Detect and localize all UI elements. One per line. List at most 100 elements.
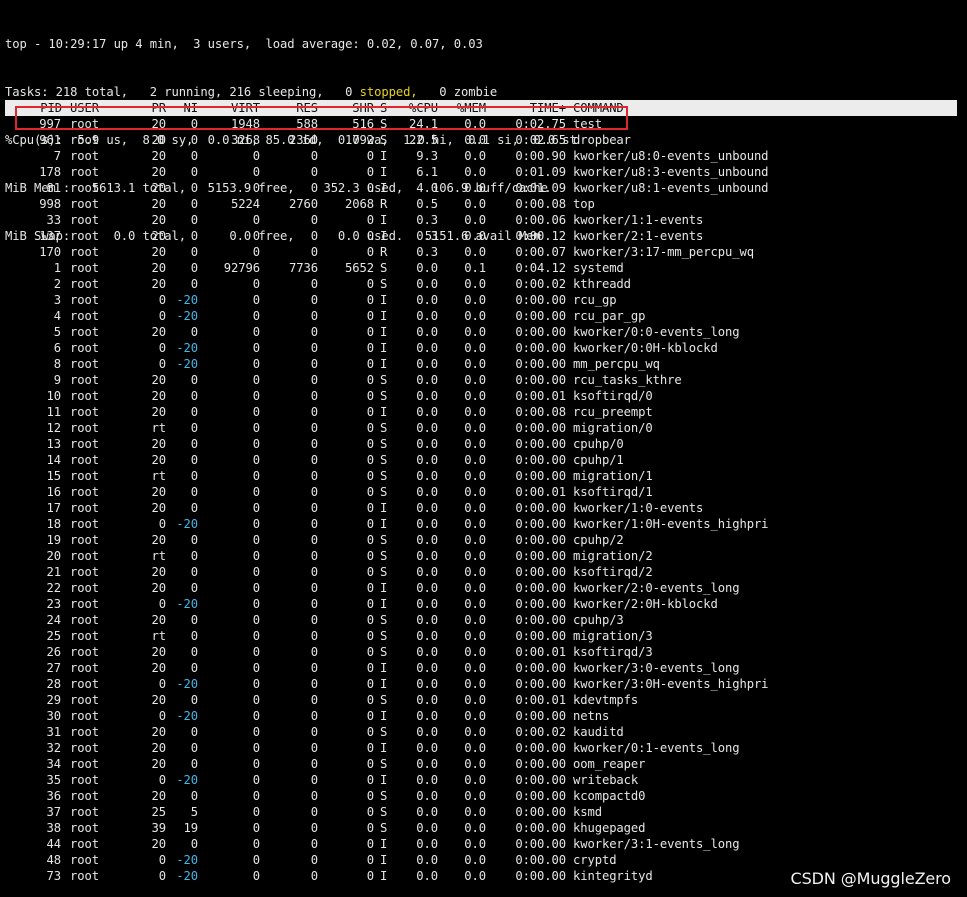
terminal-window[interactable]: top - 10:29:17 up 4 min, 3 users, load a… <box>0 0 967 897</box>
cell-priority: 20 <box>151 645 167 659</box>
process-row[interactable]: 16 root 20 0 0 0 0 S 0.0 0.0 0:00.01 ksoftirqd/1 <box>0 484 967 500</box>
cell-res: 0 <box>310 629 318 643</box>
cell-virt: 0 <box>252 741 260 755</box>
process-row[interactable]: 81 root 20 0 0 0 0 I 4.0 0.0 0:01.09 kworker/u8:1-e… <box>0 180 967 196</box>
process-row[interactable]: 38 root 39 19 0 0 0 S 0.0 0.0 0:00.00 khugepaged <box>0 820 967 836</box>
process-row[interactable]: 19 root 20 0 0 0 0 S 0.0 0.0 0:00.00 cpuhp/2 <box>0 532 967 548</box>
process-row[interactable]: 2 root 20 0 0 0 0 S 0.0 0.0 0:00.02 kthreadd <box>0 276 967 292</box>
cell-cpu: 0.0 <box>416 277 438 291</box>
process-row[interactable]: 33 root 20 0 0 0 0 I 0.3 0.0 0:00.06 kworker/1:1-ev… <box>0 212 967 228</box>
process-row[interactable]: 7 root 20 0 0 0 0 I 9.3 0.0 0:00.90 kworker/u8:0-ev… <box>0 148 967 164</box>
cell-shr: 0 <box>366 293 374 307</box>
cell-state: I <box>380 309 388 323</box>
process-row[interactable]: 21 root 20 0 0 0 0 S 0.0 0.0 0:00.00 ksoftirqd/2 <box>0 564 967 580</box>
process-row[interactable]: 27 root 20 0 0 0 0 I 0.0 0.0 0:00.00 kworker/3:0-ev… <box>0 660 967 676</box>
process-row[interactable]: 22 root 20 0 0 0 0 I 0.0 0.0 0:00.00 kworker/2:0-ev… <box>0 580 967 596</box>
process-row[interactable]: 998 root 20 0 5224 2760 2068 R 0.5 0.0 0:00.08 top <box>0 196 967 212</box>
process-row[interactable]: 5 root 20 0 0 0 0 I 0.0 0.0 0:00.00 kworker/0:0-eve… <box>0 324 967 340</box>
cell-state: S <box>380 453 388 467</box>
col-mem: %MEM <box>457 101 486 115</box>
cell-res: 0 <box>310 549 318 563</box>
process-row[interactable]: 178 root 20 0 0 0 0 I 6.1 0.0 0:01.09 kworker/u8:3-… <box>0 164 967 180</box>
cell-nice: 5 <box>190 805 198 819</box>
process-row[interactable]: 1 root 20 0 92796 7736 5652 S 0.0 0.1 0:04.12 syste… <box>0 260 967 276</box>
process-row[interactable]: 3 root 0 -20 0 0 0 I 0.0 0.0 0:00.00 rcu_gp <box>0 292 967 308</box>
process-row[interactable]: 17 root 20 0 0 0 0 I 0.0 0.0 0:00.00 kworker/1:0-ev… <box>0 500 967 516</box>
process-row[interactable]: 9 root 20 0 0 0 0 S 0.0 0.0 0:00.00 rcu_tasks_kthre <box>0 372 967 388</box>
cell-priority: 20 <box>151 277 167 291</box>
cell-mem: 0.1 <box>464 261 486 275</box>
cell-time: 0:00.00 <box>515 773 566 787</box>
process-row[interactable]: 997 root 20 0 1948 588 516 S 24.1 0.0 0:02.75 test <box>0 116 967 132</box>
cell-user: root <box>70 501 99 515</box>
cell-res: 0 <box>310 645 318 659</box>
col-virt: VIRT <box>231 101 260 115</box>
cell-res: 0 <box>310 373 318 387</box>
process-row[interactable]: 34 root 20 0 0 0 0 S 0.0 0.0 0:00.00 oom_reaper <box>0 756 967 772</box>
cell-nice: 0 <box>190 229 198 243</box>
process-row[interactable]: 15 root rt 0 0 0 0 S 0.0 0.0 0:00.00 migration/1 <box>0 468 967 484</box>
process-row[interactable]: 8 root 0 -20 0 0 0 I 0.0 0.0 0:00.00 mm_percpu_wq <box>0 356 967 372</box>
process-row[interactable]: 137 root 20 0 0 0 0 I 0.3 0.0 0:00.12 kworker/2:1-e… <box>0 228 967 244</box>
cell-priority: rt <box>151 549 167 563</box>
cell-state: S <box>380 725 388 739</box>
process-row[interactable]: 28 root 0 -20 0 0 0 I 0.0 0.0 0:00.00 kworker/3:0H-… <box>0 676 967 692</box>
process-row[interactable]: 29 root 20 0 0 0 0 S 0.0 0.0 0:00.01 kdevtmpfs <box>0 692 967 708</box>
process-row[interactable]: 31 root 20 0 0 0 0 S 0.0 0.0 0:00.02 kauditd <box>0 724 967 740</box>
cell-cpu: 0.0 <box>416 501 438 515</box>
cell-mem: 0.0 <box>464 661 486 675</box>
cell-cpu: 0.0 <box>416 709 438 723</box>
cell-time: 0:00.07 <box>515 245 566 259</box>
process-row[interactable]: 6 root 0 -20 0 0 0 I 0.0 0.0 0:00.00 kworker/0:0H-k… <box>0 340 967 356</box>
cell-shr: 0 <box>366 165 374 179</box>
cell-shr: 0 <box>366 853 374 867</box>
cell-res: 0 <box>310 869 318 883</box>
cell-priority: 20 <box>151 725 167 739</box>
cell-time: 0:00.00 <box>515 661 566 675</box>
cell-state: I <box>380 293 388 307</box>
cell-user: root <box>70 773 99 787</box>
process-row[interactable]: 37 root 25 5 0 0 0 S 0.0 0.0 0:00.00 ksmd <box>0 804 967 820</box>
process-row[interactable]: 961 root 20 0 3268 2360 1792 S 22.5 0.0 0:02.65 dro… <box>0 132 967 148</box>
process-row[interactable]: 13 root 20 0 0 0 0 S 0.0 0.0 0:00.00 cpuhp/0 <box>0 436 967 452</box>
cell-cpu: 0.0 <box>416 325 438 339</box>
cell-user: root <box>70 565 99 579</box>
cell-priority: 0 <box>158 709 166 723</box>
process-row[interactable]: 44 root 20 0 0 0 0 I 0.0 0.0 0:00.00 kworker/3:1-ev… <box>0 836 967 852</box>
process-row[interactable]: 26 root 20 0 0 0 0 S 0.0 0.0 0:00.01 ksoftirqd/3 <box>0 644 967 660</box>
process-row[interactable]: 35 root 0 -20 0 0 0 I 0.0 0.0 0:00.00 writeback <box>0 772 967 788</box>
cell-mem: 0.0 <box>464 437 486 451</box>
process-row[interactable]: 23 root 0 -20 0 0 0 I 0.0 0.0 0:00.00 kworker/2:0H-… <box>0 596 967 612</box>
process-row[interactable]: 18 root 0 -20 0 0 0 I 0.0 0.0 0:00.00 kworker/1:0H-… <box>0 516 967 532</box>
process-row[interactable]: 24 root 20 0 0 0 0 S 0.0 0.0 0:00.00 cpuhp/3 <box>0 612 967 628</box>
cell-mem: 0.0 <box>464 565 486 579</box>
cell-shr: 0 <box>366 693 374 707</box>
cell-time: 0:00.00 <box>515 597 566 611</box>
process-row[interactable]: 12 root rt 0 0 0 0 S 0.0 0.0 0:00.00 migration/0 <box>0 420 967 436</box>
cell-shr: 0 <box>366 565 374 579</box>
cell-command: netns <box>573 709 610 723</box>
process-row[interactable]: 20 root rt 0 0 0 0 S 0.0 0.0 0:00.00 migration/2 <box>0 548 967 564</box>
cell-priority: 0 <box>158 597 166 611</box>
cell-user: root <box>70 661 99 675</box>
process-row[interactable]: 170 root 20 0 0 0 0 R 0.3 0.0 0:00.07 kworker/3:17-… <box>0 244 967 260</box>
process-row[interactable]: 32 root 20 0 0 0 0 I 0.0 0.0 0:00.00 kworker/0:1-ev… <box>0 740 967 756</box>
cell-shr: 0 <box>366 405 374 419</box>
cell-shr: 0 <box>366 725 374 739</box>
process-row[interactable]: 14 root 20 0 0 0 0 S 0.0 0.0 0:00.00 cpuhp/1 <box>0 452 967 468</box>
cell-shr: 0 <box>366 709 374 723</box>
cell-time: 0:00.00 <box>515 501 566 515</box>
process-row[interactable]: 10 root 20 0 0 0 0 S 0.0 0.0 0:00.01 ksoftirqd/0 <box>0 388 967 404</box>
cell-cpu: 0.0 <box>416 389 438 403</box>
cell-command: rcu_gp <box>573 293 617 307</box>
process-row[interactable]: 36 root 20 0 0 0 0 S 0.0 0.0 0:00.00 kcompactd0 <box>0 788 967 804</box>
cell-nice: 19 <box>183 821 199 835</box>
cell-state: I <box>380 357 388 371</box>
process-row[interactable]: 4 root 0 -20 0 0 0 I 0.0 0.0 0:00.00 rcu_par_gp <box>0 308 967 324</box>
cell-virt: 0 <box>252 565 260 579</box>
process-row[interactable]: 25 root rt 0 0 0 0 S 0.0 0.0 0:00.00 migration/3 <box>0 628 967 644</box>
process-row[interactable]: 48 root 0 -20 0 0 0 I 0.0 0.0 0:00.00 cryptd <box>0 852 967 868</box>
process-row[interactable]: 30 root 0 -20 0 0 0 I 0.0 0.0 0:00.00 netns <box>0 708 967 724</box>
process-row[interactable]: 11 root 20 0 0 0 0 I 0.0 0.0 0:00.08 rcu_preempt <box>0 404 967 420</box>
cell-command: kcompactd0 <box>573 789 646 803</box>
